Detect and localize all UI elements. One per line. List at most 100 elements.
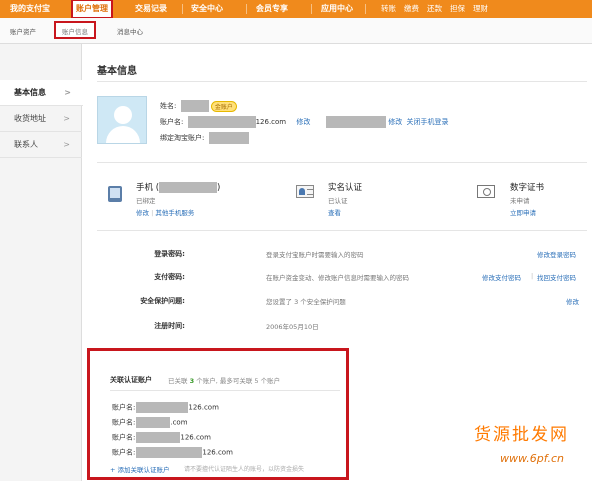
nav-quick-transfer[interactable]: 转账 xyxy=(381,0,396,18)
recover-pay-password-link[interactable]: 找回支付密码 xyxy=(537,272,576,282)
linked-account-suffix: 126.com xyxy=(202,448,233,457)
realname-links: 查看 xyxy=(328,207,341,217)
account-suffix: 126.com xyxy=(255,118,287,126)
linked-accounts-title: 关联认证账户 xyxy=(110,376,152,384)
profile-account-row: 账户名: 126.com 修改 xyxy=(160,116,310,128)
cert-links: 立即申请 xyxy=(510,207,536,217)
nav-my-alipay[interactable]: 我的支付宝 xyxy=(10,0,50,18)
phone-links: 修改 | 其他手机服务 xyxy=(136,207,194,217)
nav-transactions[interactable]: 交易记录 xyxy=(135,0,167,18)
sidebar: 基本信息 > 收货地址 > 联系人 > xyxy=(0,44,83,481)
linked-account-suffix: .com xyxy=(170,418,188,427)
chevron-right-icon: > xyxy=(63,140,70,149)
sidebar-item-contacts[interactable]: 联系人 > xyxy=(0,132,82,158)
register-time-value: 2006年05月10日 xyxy=(266,323,319,331)
linked-account-row: 账户名: 126.com xyxy=(112,447,233,458)
nav-divider xyxy=(182,4,183,14)
login-password-desc: 登录支付宝账户时需要输入的密码 xyxy=(266,251,364,259)
linked-account-label: 账户名: xyxy=(112,433,136,442)
redacted-name xyxy=(180,100,209,112)
modify-phone-link[interactable]: 修改 xyxy=(136,209,149,217)
nav-quick-finance[interactable]: 理财 xyxy=(473,0,488,18)
certificate-icon xyxy=(477,185,495,198)
nav-member[interactable]: 会员专享 xyxy=(256,0,288,18)
cert-status: 未申请 xyxy=(510,197,530,205)
redacted-taobao xyxy=(208,132,249,144)
sidebar-item-address[interactable]: 收货地址 > xyxy=(0,106,82,132)
phone-title-end: ) xyxy=(217,183,221,193)
linked-meta-prefix: 已关联 xyxy=(168,377,188,385)
redacted-linked-account xyxy=(136,402,189,413)
phone-icon xyxy=(108,186,122,202)
tab-message-center[interactable]: 消息中心 xyxy=(117,26,143,36)
main-content: 基本信息 姓名: 金账户 账户名: 126.com 修改 修改 关闭手机登录 绑… xyxy=(83,44,592,481)
redacted-linked-account xyxy=(136,447,203,458)
gold-account-badge[interactable]: 金账户 xyxy=(210,100,237,112)
nav-quick-bills[interactable]: 缴费 xyxy=(404,0,419,18)
sidebar-item-basic-info[interactable]: 基本信息 > xyxy=(0,80,83,106)
other-phone-services-link[interactable]: 其他手机服务 xyxy=(155,209,194,217)
section-divider xyxy=(97,230,587,231)
avatar-body xyxy=(106,126,140,143)
profile-taobao-row: 绑定淘宝账户: xyxy=(160,132,249,144)
linked-account-suffix: 126.com xyxy=(180,433,211,442)
tab-account-assets[interactable]: 账户资产 xyxy=(10,26,36,36)
phone-title-text: 手机 ( xyxy=(136,183,160,193)
profile-name-row: 姓名: 金账户 xyxy=(160,100,237,112)
nav-app-center[interactable]: 应用中心 xyxy=(321,0,353,18)
linked-accounts-panel: 关联认证账户 已关联 3 个账户, 最多可关联 5 个账户 账户名: 126.co… xyxy=(87,348,349,480)
linked-meta-suffix: 个账户, 最多可关联 5 个账户 xyxy=(196,377,281,385)
realname-card-title: 实名认证 xyxy=(328,183,363,193)
close-mobile-login-link[interactable]: 关闭手机登录 xyxy=(406,118,448,126)
tab-account-info[interactable]: 账户信息 xyxy=(54,21,96,39)
pay-password-label: 支付密码: xyxy=(154,273,185,281)
top-nav: 我的支付宝 账户管理 交易记录 安全中心 会员专享 应用中心 转账 缴费 还款 … xyxy=(0,0,592,19)
mobile-login-row: 修改 关闭手机登录 xyxy=(326,116,448,128)
sidebar-item-label: 联系人 xyxy=(14,140,38,149)
watermark-url: www.6pf.cn xyxy=(500,452,564,465)
view-realname-link[interactable]: 查看 xyxy=(328,209,341,217)
modify-security-question-link[interactable]: 修改 xyxy=(566,296,579,306)
realname-status: 已认证 xyxy=(328,197,348,205)
apply-cert-link[interactable]: 立即申请 xyxy=(510,209,536,217)
linked-accounts-meta: 已关联 3 个账户, 最多可关联 5 个账户 xyxy=(168,375,280,385)
nav-quick-guarantee[interactable]: 担保 xyxy=(450,0,465,18)
modify-mobile-link[interactable]: 修改 xyxy=(388,118,402,126)
avatar[interactable] xyxy=(97,96,147,144)
pay-password-desc: 在账户资金变动、修改账户信息时需要输入的密码 xyxy=(266,274,409,282)
add-linked-account-link[interactable]: + 添加关联认证账户 xyxy=(110,464,170,474)
redacted-account xyxy=(187,116,256,128)
phone-status: 已绑定 xyxy=(136,197,156,205)
linked-account-suffix: 126.com xyxy=(188,403,219,412)
name-label: 姓名: xyxy=(160,102,177,110)
linked-account-row: 账户名: .com xyxy=(112,417,188,428)
cert-card-title: 数字证书 xyxy=(510,183,545,193)
modify-account-link[interactable]: 修改 xyxy=(296,118,310,126)
nav-quick-repay[interactable]: 还款 xyxy=(427,0,442,18)
title-divider xyxy=(97,81,587,82)
linked-account-row: 账户名: 126.com xyxy=(112,432,211,443)
register-time-label: 注册时间: xyxy=(154,322,185,330)
linked-divider xyxy=(110,390,340,391)
chevron-right-icon: > xyxy=(63,114,70,123)
linked-account-label: 账户名: xyxy=(112,448,136,457)
taobao-label: 绑定淘宝账户: xyxy=(160,134,205,142)
add-linked-note: 请不要擅代认证陌生人的账号，以防资金损失 xyxy=(184,466,305,473)
account-label: 账户名: xyxy=(160,118,184,126)
nav-account-management[interactable]: 账户管理 xyxy=(71,0,113,19)
modify-pay-password-link[interactable]: 修改支付密码 xyxy=(482,272,521,282)
section-divider xyxy=(97,162,587,163)
nav-divider xyxy=(365,4,366,14)
id-card-icon xyxy=(296,185,314,198)
watermark-title: 货源批发网 xyxy=(474,425,569,445)
link-separator: | xyxy=(151,209,154,217)
redacted-linked-account xyxy=(136,432,181,443)
avatar-head xyxy=(114,106,132,124)
modify-login-password-link[interactable]: 修改登录密码 xyxy=(537,249,576,259)
nav-divider xyxy=(246,4,247,14)
security-question-label: 安全保护问题: xyxy=(140,297,185,305)
nav-security-center[interactable]: 安全中心 xyxy=(191,0,223,18)
linked-count: 3 xyxy=(189,377,195,385)
security-question-desc: 您设置了 3 个安全保护问题 xyxy=(266,298,346,306)
linked-account-row: 账户名: 126.com xyxy=(112,402,219,413)
